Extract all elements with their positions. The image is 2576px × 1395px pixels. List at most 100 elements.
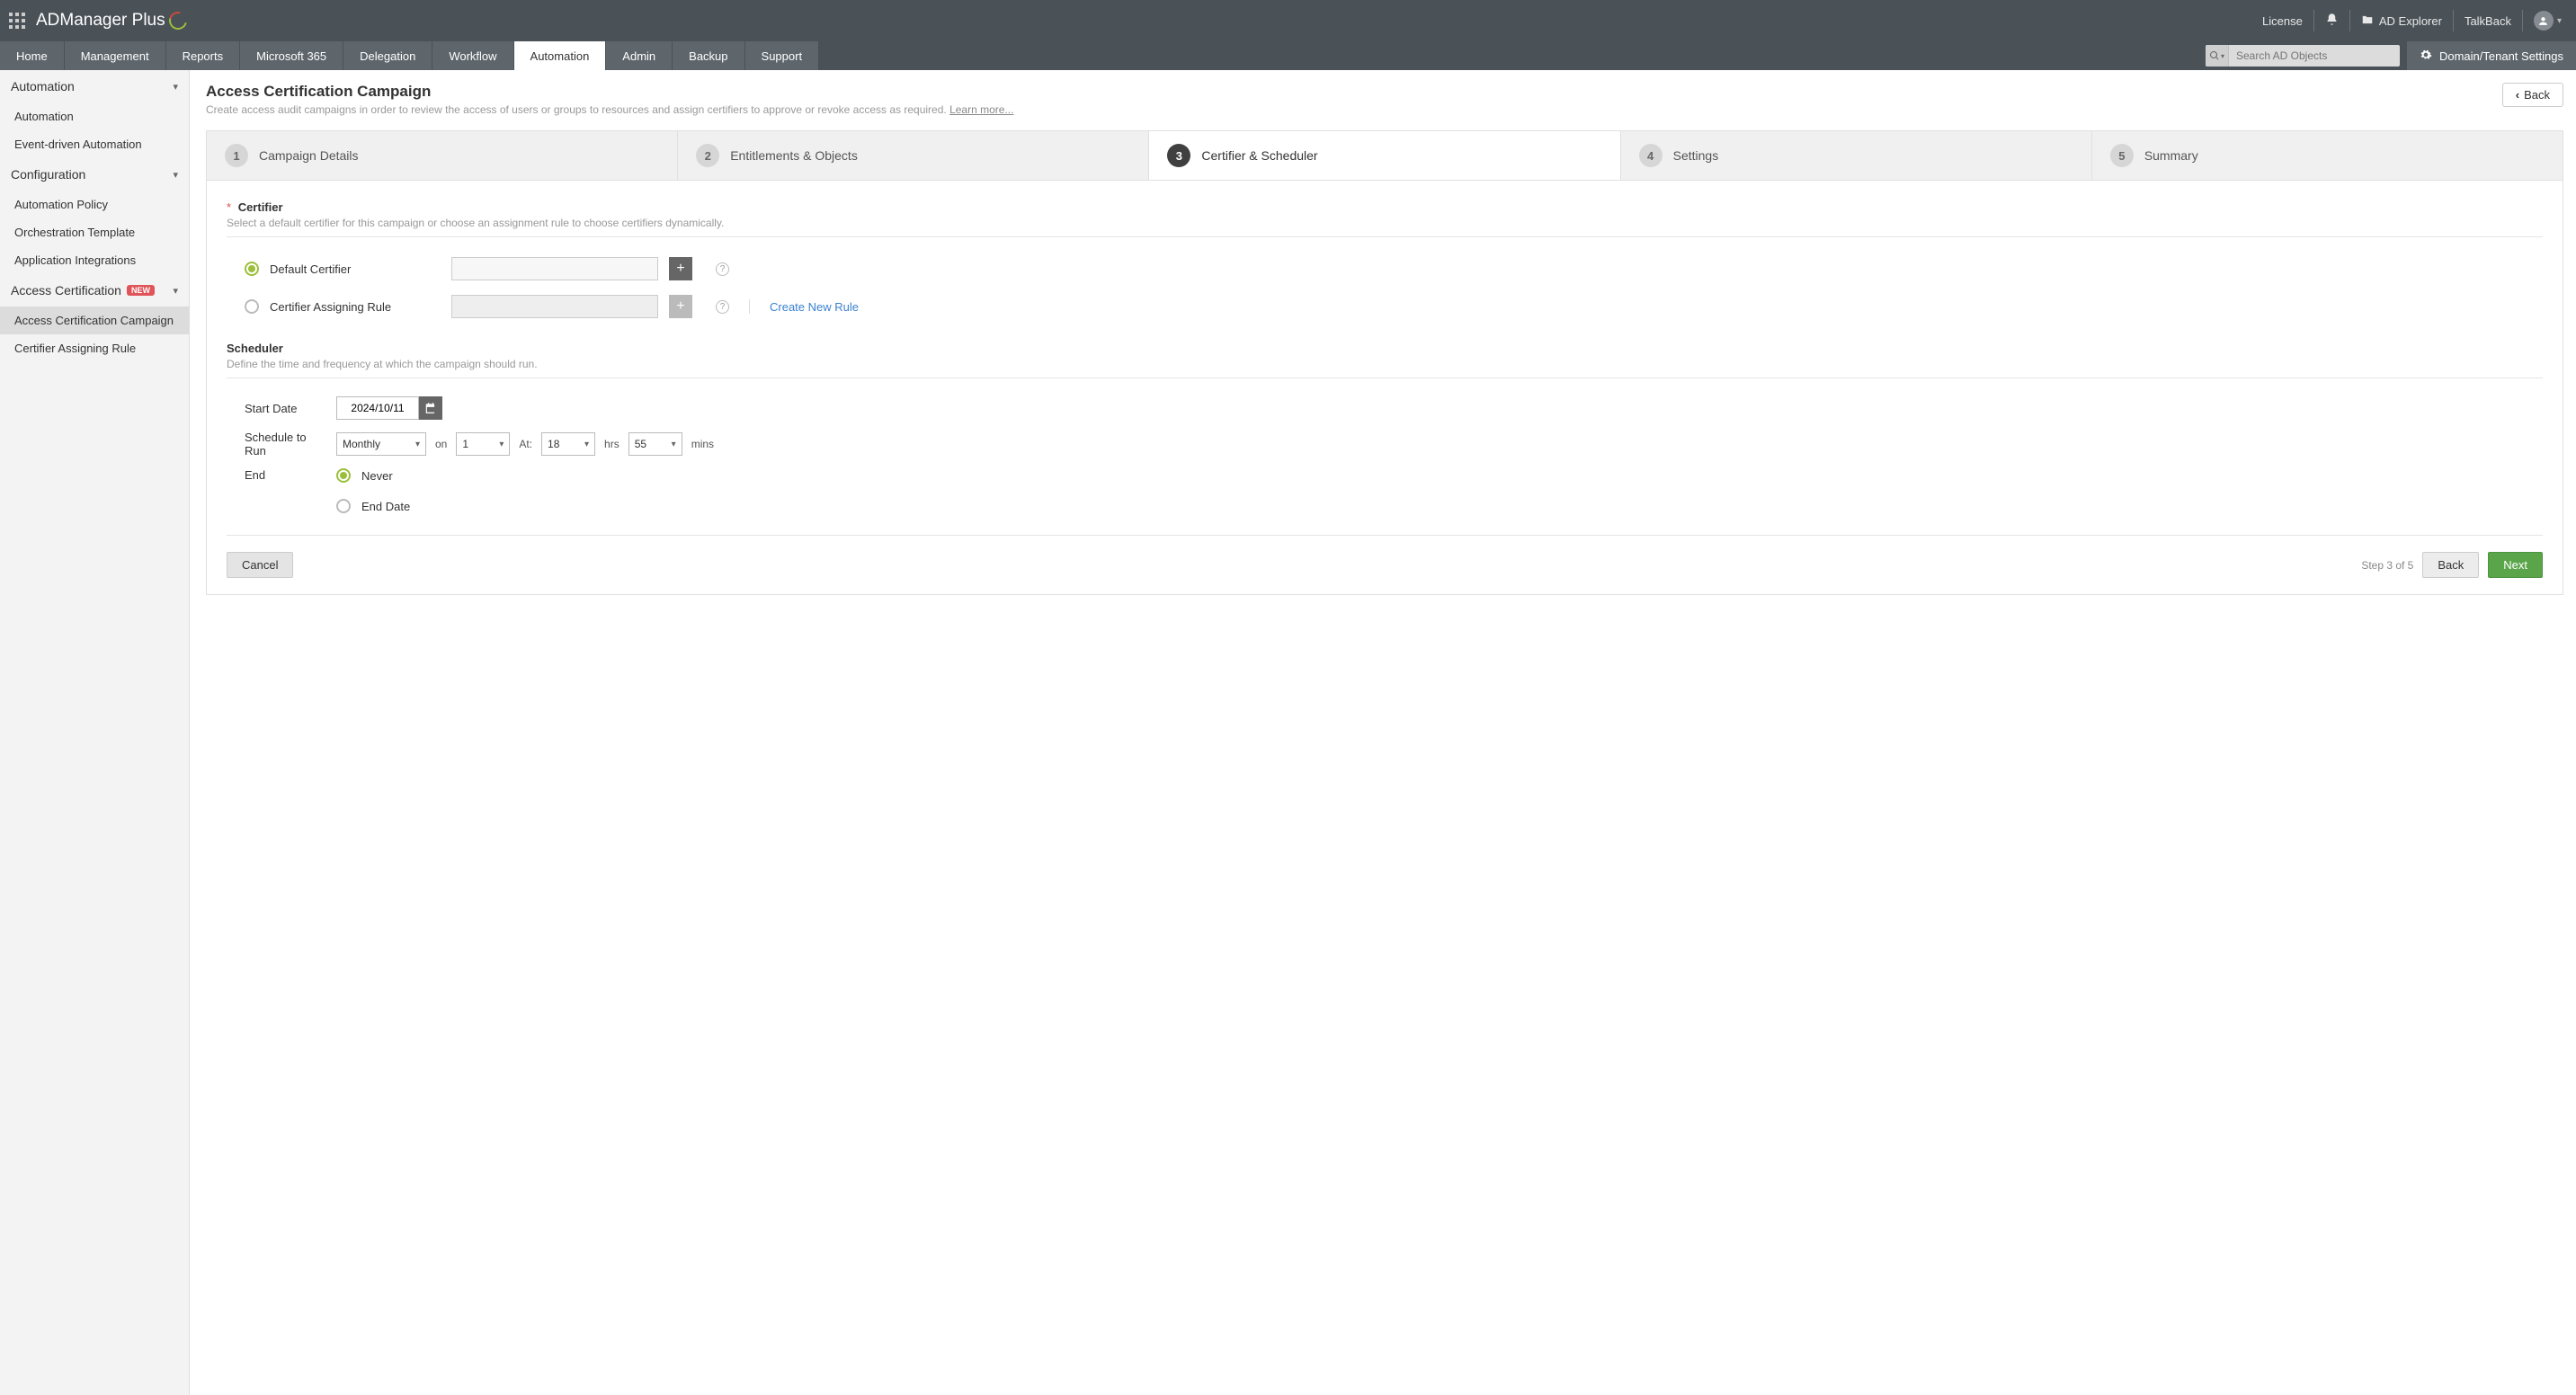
user-menu[interactable]: ▾ [2522,10,2567,31]
add-default-certifier-button[interactable]: + [669,257,692,280]
help-icon[interactable]: ? [716,300,729,314]
add-certifier-rule-button: + [669,295,692,318]
wizard-step-2[interactable]: 2Entitlements & Objects [678,131,1149,180]
cancel-button[interactable]: Cancel [227,552,293,578]
chevron-down-icon: ▾ [173,81,178,93]
wizard-step-number: 3 [1167,144,1190,167]
end-date-label: End Date [361,500,410,513]
start-date-label: Start Date [245,402,327,415]
sidebar-group-configuration[interactable]: Configuration▾ [0,158,189,191]
nav-tab-automation[interactable]: Automation [514,41,607,70]
help-icon[interactable]: ? [716,262,729,276]
wizard-step-label: Certifier & Scheduler [1201,148,1317,163]
step-indicator: Step 3 of 5 [2361,559,2413,572]
wizard-step-label: Settings [1673,148,1719,163]
chevron-down-icon: ▾ [499,440,504,449]
apps-grid-icon[interactable] [9,13,25,29]
sidebar-item-event-driven-automation[interactable]: Event-driven Automation [0,130,189,158]
mins-label: mins [691,438,714,450]
wizard-step-number: 5 [2110,144,2134,167]
day-select[interactable]: 1▾ [456,432,510,456]
sidebar-group-access-certification[interactable]: Access CertificationNEW▾ [0,274,189,307]
sidebar: Automation▾AutomationEvent-driven Automa… [0,70,190,1395]
sidebar-item-orchestration-template[interactable]: Orchestration Template [0,218,189,246]
end-label: End [245,468,327,482]
gear-icon [2420,49,2432,64]
wizard-next-button[interactable]: Next [2488,552,2543,578]
end-never-label: Never [361,469,393,483]
nav-tab-support[interactable]: Support [745,41,820,70]
wizard-step-1[interactable]: 1 Campaign Details [207,131,678,180]
default-certifier-label: Default Certifier [270,262,441,276]
wizard-step-number: 1 [225,144,248,167]
page-description: Create access audit campaigns in order t… [206,103,1013,116]
main-content: Access Certification Campaign Create acc… [190,70,2576,1395]
logo-swirl-icon [165,8,190,32]
notifications-bell[interactable] [2313,10,2349,31]
folder-icon [2361,13,2374,29]
wizard-step-number: 4 [1639,144,1662,167]
sidebar-item-certifier-assigning-rule[interactable]: Certifier Assigning Rule [0,334,189,362]
bell-icon [2325,13,2339,29]
search-icon[interactable]: ▾ [2206,45,2229,67]
talkback-link[interactable]: TalkBack [2453,10,2522,31]
nav-tab-home[interactable]: Home [0,41,65,70]
chevron-left-icon: ‹ [2516,88,2519,102]
topbar: ADManager Plus License AD Explorer TalkB… [0,0,2576,41]
domain-tenant-settings[interactable]: Domain/Tenant Settings [2407,41,2576,70]
scheduler-desc: Define the time and frequency at which t… [227,358,2543,370]
wizard-step-label: Campaign Details [259,148,359,163]
license-link[interactable]: License [2251,10,2313,31]
radio-end-never[interactable] [336,468,351,483]
nav-tab-workflow[interactable]: Workflow [432,41,513,70]
page-back-button[interactable]: ‹ Back [2502,83,2563,107]
nav-tab-reports[interactable]: Reports [166,41,241,70]
radio-default-certifier[interactable] [245,262,259,276]
sidebar-group-automation[interactable]: Automation▾ [0,70,189,102]
wizard-step-number: 2 [696,144,719,167]
user-avatar-icon [2534,11,2554,31]
sidebar-item-access-certification-campaign[interactable]: Access Certification Campaign [0,307,189,334]
new-badge: NEW [127,285,155,296]
ad-explorer-link[interactable]: AD Explorer [2349,10,2453,31]
schedule-run-label: Schedule to Run [245,431,327,458]
certifier-rule-label: Certifier Assigning Rule [270,300,441,314]
at-label: At: [519,438,532,450]
nav-tab-backup[interactable]: Backup [673,41,744,70]
frequency-select[interactable]: Monthly▾ [336,432,426,456]
minute-select[interactable]: 55▾ [628,432,682,456]
calendar-button[interactable] [419,396,442,420]
certifier-heading: Certifier [238,200,283,214]
chevron-down-icon: ▾ [672,440,676,449]
nav-tab-microsoft-365[interactable]: Microsoft 365 [240,41,343,70]
wizard-steps: 1 Campaign Details 2Entitlements & Objects… [206,130,2563,181]
sidebar-item-application-integrations[interactable]: Application Integrations [0,246,189,274]
wizard-step-3[interactable]: 3 Certifier & Scheduler [1149,131,1620,180]
wizard-step-4[interactable]: 4 Settings [1621,131,2092,180]
wizard-back-button[interactable]: Back [2422,552,2479,578]
sidebar-item-automation-policy[interactable]: Automation Policy [0,191,189,218]
page-title: Access Certification Campaign [206,83,1013,101]
radio-certifier-rule[interactable] [245,299,259,314]
nav-tab-admin[interactable]: Admin [606,41,673,70]
on-label: on [435,438,447,450]
chevron-down-icon: ▾ [584,440,589,449]
chevron-down-icon: ▾ [415,440,420,449]
wizard-step-5[interactable]: 5Summary [2092,131,2563,180]
calendar-icon [424,402,437,414]
sidebar-item-automation[interactable]: Automation [0,102,189,130]
nav-tab-management[interactable]: Management [65,41,166,70]
search-input[interactable] [2229,49,2400,62]
start-date-input[interactable] [336,396,419,420]
certifier-rule-input [451,295,658,318]
chevron-down-icon: ▾ [173,169,178,181]
hour-select[interactable]: 18▾ [541,432,595,456]
learn-more-link[interactable]: Learn more... [949,103,1013,116]
default-certifier-input[interactable] [451,257,658,280]
search-box: ▾ [2206,45,2400,67]
radio-end-date[interactable] [336,499,351,513]
create-new-rule-link[interactable]: Create New Rule [770,300,859,314]
nav-tabs: HomeManagementReportsMicrosoft 365Delega… [0,41,2206,70]
required-star-icon: * [227,200,231,214]
nav-tab-delegation[interactable]: Delegation [343,41,432,70]
